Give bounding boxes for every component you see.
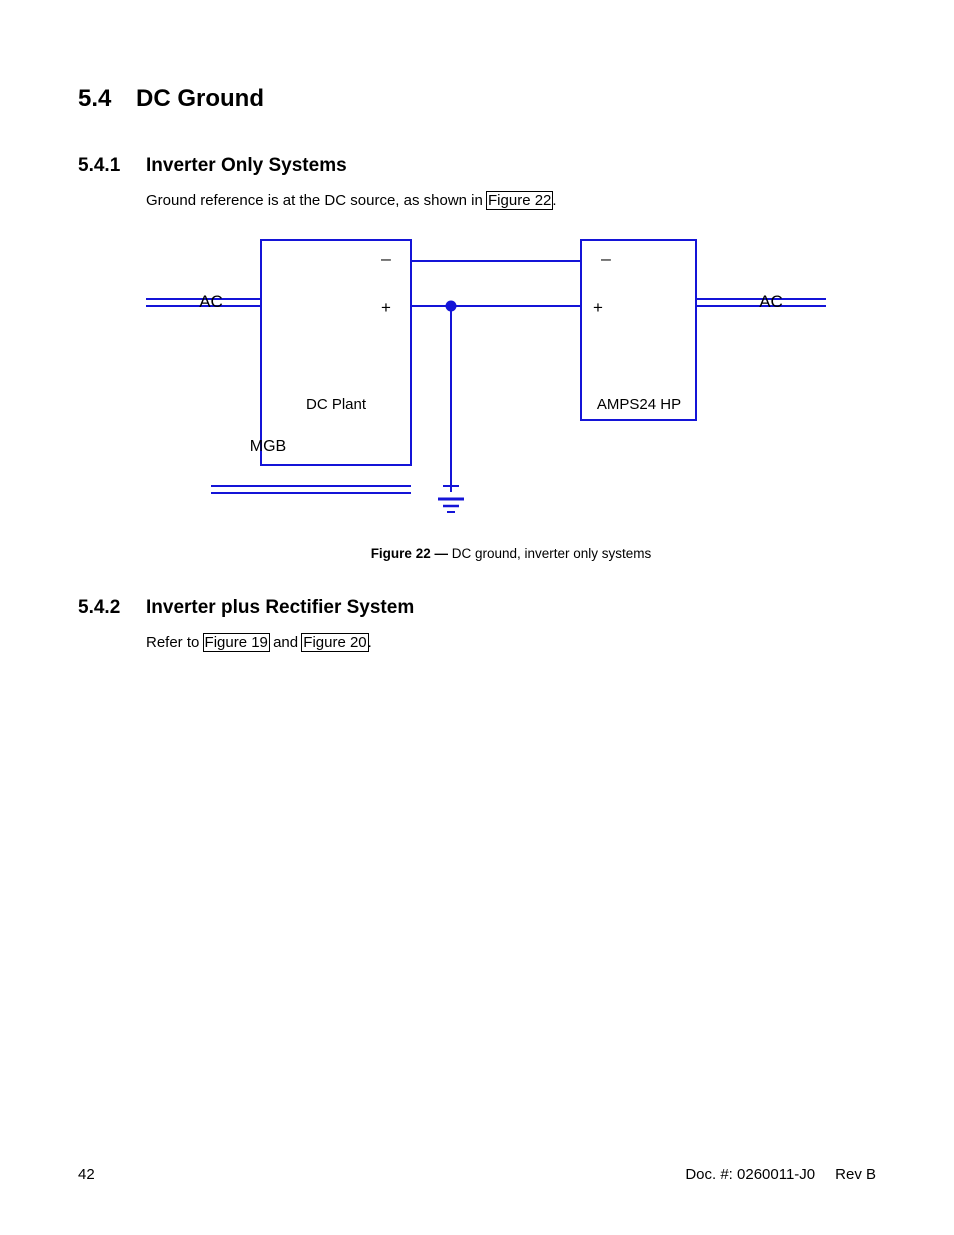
subsection-heading-1: 5.4.1Inverter Only Systems (78, 155, 876, 177)
figure-22-link[interactable]: Figure 22 (487, 192, 552, 209)
text-suffix: . (552, 192, 556, 209)
minus-right-label: _ (600, 242, 611, 261)
section-heading: 5.4DC Ground (78, 85, 876, 113)
dc-plant-label: DC Plant (306, 396, 367, 413)
caption-text: DC ground, inverter only systems (448, 546, 651, 561)
text-prefix: Ground reference is at the DC source, as… (146, 192, 487, 209)
amps-label: AMPS24 HP (597, 396, 681, 413)
subsection-number-2: 5.4.2 (78, 597, 146, 619)
subsection-heading-2: 5.4.2Inverter plus Rectifier System (78, 597, 876, 619)
figure-19-link[interactable]: Figure 19 (204, 634, 269, 651)
plus-left-label: + (381, 298, 391, 317)
page-number: 42 (78, 1166, 95, 1183)
text-mid-2: and (269, 634, 302, 651)
figure-22-svg: AC AC _ _ + + DC Plant AMPS24 HP MGB (146, 231, 826, 531)
page-footer: 42 Doc. #: 0260011-J0 Rev B (78, 1166, 876, 1183)
body-text-2: Refer to Figure 19 and Figure 20. (146, 633, 876, 653)
body-text-1: Ground reference is at the DC source, as… (146, 191, 876, 211)
plus-right-label: + (593, 298, 603, 317)
rev-label: Rev B (835, 1166, 876, 1183)
figure-22-caption: Figure 22 — DC ground, inverter only sys… (146, 546, 876, 561)
minus-left-label: _ (380, 242, 391, 261)
section-number: 5.4 (78, 85, 136, 113)
doc-number: Doc. #: 0260011-J0 (685, 1166, 815, 1183)
figure-22: AC AC _ _ + + DC Plant AMPS24 HP MGB Fig… (146, 231, 876, 561)
subsection-title-1: Inverter Only Systems (146, 155, 347, 176)
ac-left-label: AC (199, 292, 223, 311)
subsection-number-1: 5.4.1 (78, 155, 146, 177)
figure-20-link[interactable]: Figure 20 (302, 634, 367, 651)
ac-right-label: AC (759, 292, 783, 311)
text-suffix-2: . (368, 634, 372, 651)
section-title: DC Ground (136, 85, 264, 112)
mgb-label: MGB (250, 438, 286, 455)
subsection-title-2: Inverter plus Rectifier System (146, 597, 414, 618)
text-prefix-2: Refer to (146, 634, 204, 651)
caption-label: Figure 22 — (371, 546, 448, 561)
